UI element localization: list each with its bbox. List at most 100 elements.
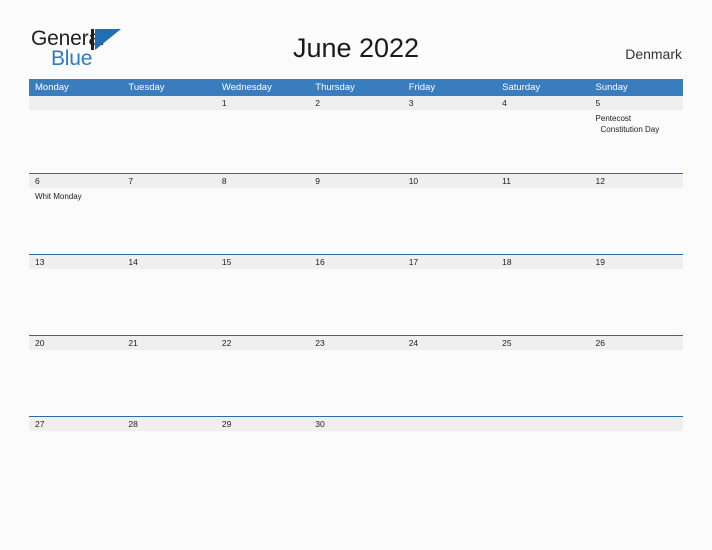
date-number-12[interactable]: 12 [590,174,683,188]
day-events-cell [403,110,496,173]
events-band: Pentecost Constitution Day [29,110,683,173]
date-number-16[interactable]: 16 [309,255,402,269]
date-number-empty [496,417,589,431]
day-events-cell [309,350,402,416]
weekday-header-friday: Friday [408,82,436,93]
day-events-cell [216,431,309,449]
day-events-cell [309,431,402,449]
date-number-empty [403,417,496,431]
day-events-cell [122,431,215,449]
day-events-cell [590,350,683,416]
day-events-cell [496,110,589,173]
day-events-cell [309,269,402,335]
date-number-band: 6 7 8 9 10 11 12 [29,174,683,188]
weekday-header-thursday: Thursday [315,82,355,93]
calendar-week-row: 6 7 8 9 10 11 12 Whit Monday [29,173,683,254]
country-label: Denmark [625,46,682,62]
day-events-cell [122,188,215,254]
events-band [29,350,683,416]
date-number-2[interactable]: 2 [309,96,402,110]
calendar-week-row: 27 28 29 30 [29,416,683,449]
events-band: Whit Monday [29,188,683,254]
page-header: General Blue June 2022 Denmark [0,0,712,78]
day-events-cell [216,269,309,335]
date-number-1[interactable]: 1 [216,96,309,110]
weekday-header-row: Monday Tuesday Wednesday Thursday Friday Satu… [29,79,683,96]
day-events-cell [590,269,683,335]
weekday-header-wednesday: Wednesday [221,82,272,93]
day-events-cell [403,269,496,335]
page-title: June 2022 [292,33,420,63]
day-events-cell: Whit Monday [29,188,122,254]
weekday-header-sunday: Sunday [595,82,628,93]
date-number-11[interactable]: 11 [496,174,589,188]
date-number-24[interactable]: 24 [403,336,496,350]
date-number-13[interactable]: 13 [29,255,122,269]
day-events-cell: Pentecost Constitution Day [590,110,683,173]
date-number-18[interactable]: 18 [496,255,589,269]
date-number-28[interactable]: 28 [122,417,215,431]
date-number-30[interactable]: 30 [309,417,402,431]
holiday-event: Pentecost [595,114,632,123]
day-events-cell [496,188,589,254]
date-number-19[interactable]: 19 [590,255,683,269]
day-events-cell [590,431,683,449]
day-events-cell [29,110,122,173]
day-events-cell [403,350,496,416]
day-events-cell [29,350,122,416]
date-number-6[interactable]: 6 [29,174,122,188]
day-events-cell [309,110,402,173]
weekday-header-saturday: Saturday [502,82,541,93]
date-number-14[interactable]: 14 [122,255,215,269]
date-number-23[interactable]: 23 [309,336,402,350]
date-number-17[interactable]: 17 [403,255,496,269]
day-events-cell [309,188,402,254]
day-events-cell [496,350,589,416]
day-events-cell [29,431,122,449]
date-number-25[interactable]: 25 [496,336,589,350]
date-number-band: 27 28 29 30 [29,417,683,431]
date-number-band: 12345 [29,96,683,110]
day-events-cell [496,431,589,449]
date-number-15[interactable]: 15 [216,255,309,269]
day-events-cell [216,350,309,416]
weekday-header-monday: Monday [35,82,69,93]
date-number-10[interactable]: 10 [403,174,496,188]
date-number-7[interactable]: 7 [122,174,215,188]
date-number-band: 20 21 22 23 24 25 26 [29,336,683,350]
date-number-empty [590,417,683,431]
calendar-weeks: 1 2 3 4 5 Pentecost Constitution Day 6 7 8 9 10 11 12… [29,96,683,449]
date-number-20[interactable]: 20 [29,336,122,350]
date-number-3[interactable]: 3 [403,96,496,110]
date-number-8[interactable]: 8 [216,174,309,188]
calendar-grid: Monday Tuesday Wednesday Thursday Friday Satu… [29,79,683,449]
calendar-week-row: 13 14 15 16 17 18 19 [29,254,683,335]
day-events-cell [496,269,589,335]
holiday-event: Constitution Day [600,125,660,134]
day-events-cell [122,110,215,173]
date-number-21[interactable]: 21 [122,336,215,350]
date-number-26[interactable]: 26 [590,336,683,350]
day-events-cell [403,188,496,254]
calendar-week-row: 1 2 3 4 5 Pentecost Constitution Day [29,96,683,173]
weekday-header-tuesday: Tuesday [128,82,165,93]
date-number-band: 13 14 15 16 17 18 19 [29,255,683,269]
events-band [29,269,683,335]
date-number-27[interactable]: 27 [29,417,122,431]
date-number-4[interactable]: 4 [496,96,589,110]
date-number-9[interactable]: 9 [309,174,402,188]
date-number-5[interactable]: 5 [590,96,683,110]
date-number-empty [29,96,122,110]
day-events-cell [122,269,215,335]
day-events-cell [122,350,215,416]
day-events-cell [403,431,496,449]
day-events-cell [29,269,122,335]
date-number-empty [122,96,215,110]
date-number-22[interactable]: 22 [216,336,309,350]
holiday-event: Whit Monday [35,192,82,201]
day-events-cell [216,188,309,254]
day-events-cell [590,188,683,254]
date-number-29[interactable]: 29 [216,417,309,431]
day-events-cell [216,110,309,173]
calendar-week-row: 20 21 22 23 24 25 26 [29,335,683,416]
